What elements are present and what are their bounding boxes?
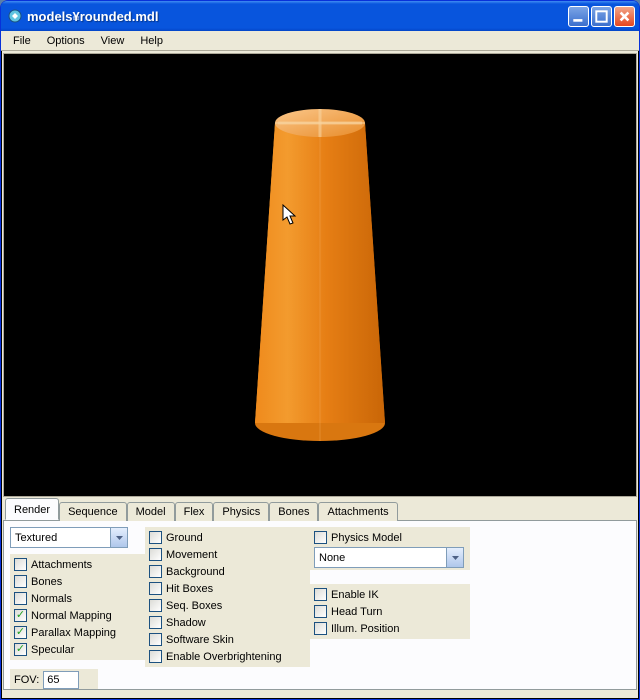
chk-ground[interactable]: Ground xyxy=(149,529,306,546)
menubar: File Options View Help xyxy=(1,31,639,51)
render-col1: Textured Attachments Bones Normals ✓Norm… xyxy=(10,527,145,667)
fov-row: FOV: xyxy=(10,669,98,690)
chk-bones[interactable]: Bones xyxy=(14,573,141,590)
menu-view[interactable]: View xyxy=(93,33,133,49)
display-mode-value: Textured xyxy=(11,532,110,544)
tab-render[interactable]: Render xyxy=(5,498,59,520)
chk-attachments[interactable]: Attachments xyxy=(14,556,141,573)
app-window: models¥rounded.mdl File Options View Hel… xyxy=(0,0,640,700)
chk-head-turn[interactable]: Head Turn xyxy=(314,603,466,620)
window-title: models¥rounded.mdl xyxy=(27,9,568,24)
chk-software-skin[interactable]: Software Skin xyxy=(149,631,306,648)
tab-attachments[interactable]: Attachments xyxy=(318,502,397,521)
chk-physics-model[interactable]: Physics Model xyxy=(314,529,466,546)
chk-background[interactable]: Background xyxy=(149,563,306,580)
render-col3: Physics Model None Enable IK Head Turn I… xyxy=(310,527,470,667)
options-panel: Render Sequence Model Flex Physics Bones… xyxy=(3,499,637,690)
tab-sequence[interactable]: Sequence xyxy=(59,502,127,521)
tab-model[interactable]: Model xyxy=(127,502,175,521)
chk-movement[interactable]: Movement xyxy=(149,546,306,563)
minimize-button[interactable] xyxy=(568,6,589,27)
physics-model-value: None xyxy=(315,552,446,564)
close-button[interactable] xyxy=(614,6,635,27)
menu-file[interactable]: File xyxy=(5,33,39,49)
chevron-down-icon xyxy=(446,548,463,567)
menu-options[interactable]: Options xyxy=(39,33,93,49)
chk-parallax[interactable]: ✓Parallax Mapping xyxy=(14,624,141,641)
chk-hitboxes[interactable]: Hit Boxes xyxy=(149,580,306,597)
physics-model-select[interactable]: None xyxy=(314,547,464,568)
chk-illum-pos[interactable]: Illum. Position xyxy=(314,620,466,637)
menu-help[interactable]: Help xyxy=(132,33,171,49)
chk-normal-mapping[interactable]: ✓Normal Mapping xyxy=(14,607,141,624)
chk-seqboxes[interactable]: Seq. Boxes xyxy=(149,597,306,614)
fov-label: FOV: xyxy=(14,674,39,686)
maximize-button[interactable] xyxy=(591,6,612,27)
chk-shadow[interactable]: Shadow xyxy=(149,614,306,631)
app-icon xyxy=(7,8,23,24)
display-mode-select[interactable]: Textured xyxy=(10,527,128,548)
tab-physics[interactable]: Physics xyxy=(213,502,269,521)
viewport-3d[interactable] xyxy=(3,53,637,497)
render-col2: Ground Movement Background Hit Boxes Seq… xyxy=(145,527,310,667)
render-tab-content: Textured Attachments Bones Normals ✓Norm… xyxy=(3,520,637,690)
titlebar[interactable]: models¥rounded.mdl xyxy=(1,1,639,31)
chevron-down-icon xyxy=(110,528,127,547)
chk-specular[interactable]: ✓Specular xyxy=(14,641,141,658)
chk-normals[interactable]: Normals xyxy=(14,590,141,607)
tab-flex[interactable]: Flex xyxy=(175,502,214,521)
tab-bones[interactable]: Bones xyxy=(269,502,318,521)
cursor-icon xyxy=(282,204,298,231)
fov-input[interactable] xyxy=(43,671,79,689)
chk-overbright[interactable]: Enable Overbrightening xyxy=(149,648,306,665)
tab-row: Render Sequence Model Flex Physics Bones… xyxy=(3,499,637,520)
model-preview xyxy=(230,83,410,483)
chk-enable-ik[interactable]: Enable IK xyxy=(314,586,466,603)
